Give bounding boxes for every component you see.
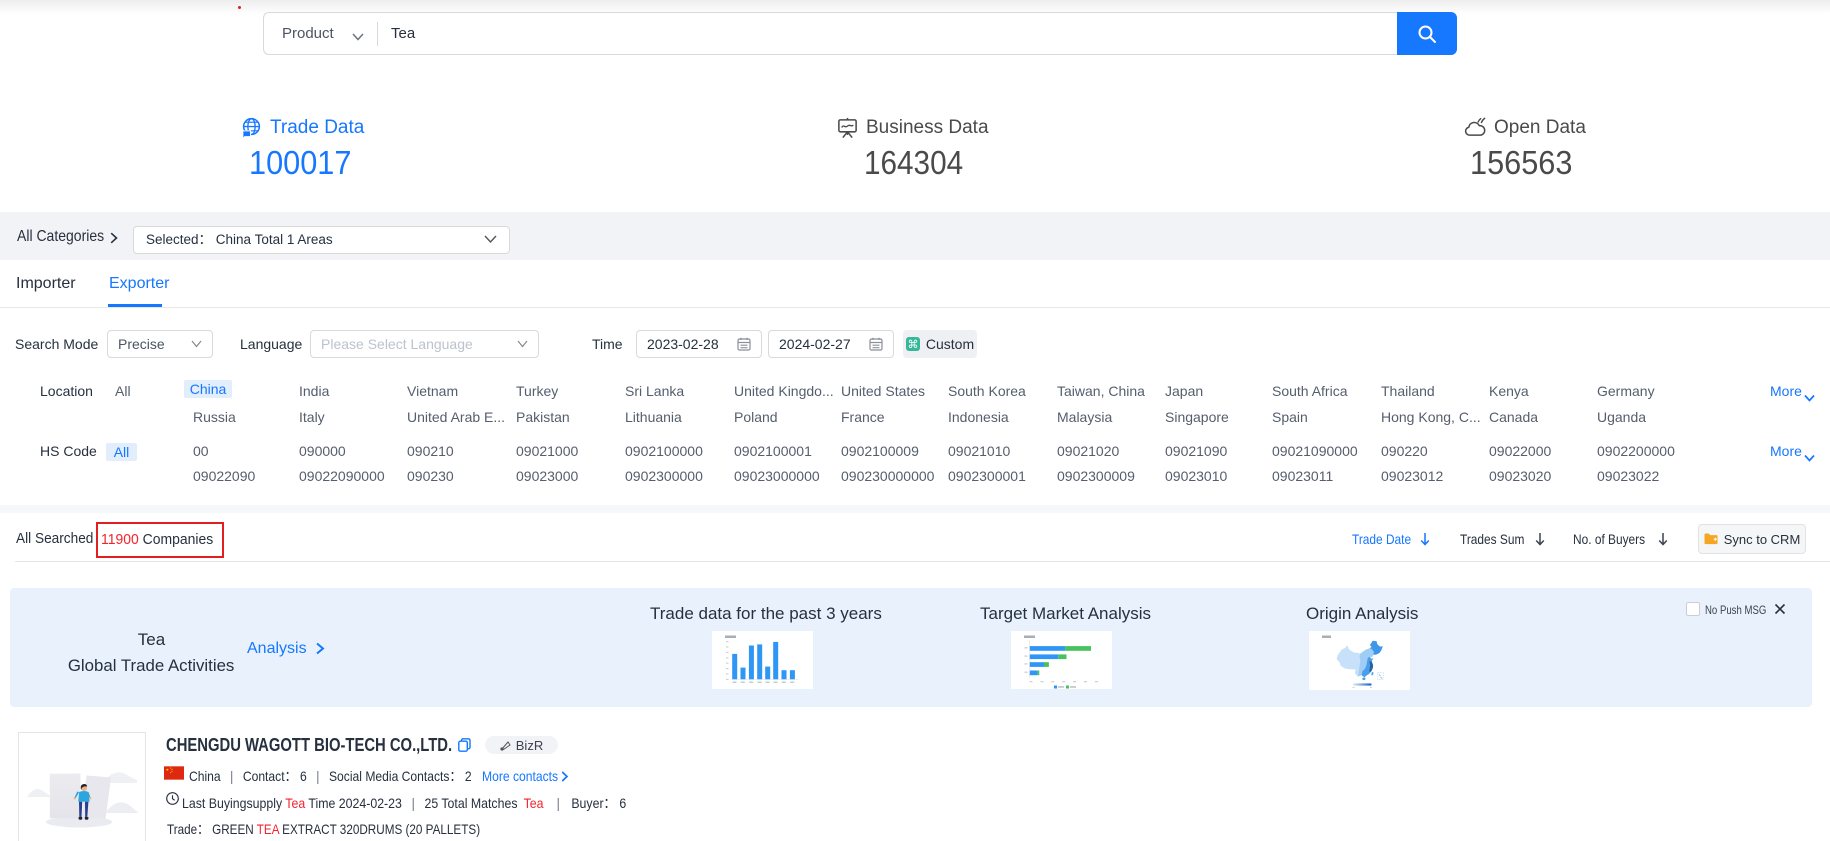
svg-text:⌘: ⌘ (907, 339, 918, 351)
